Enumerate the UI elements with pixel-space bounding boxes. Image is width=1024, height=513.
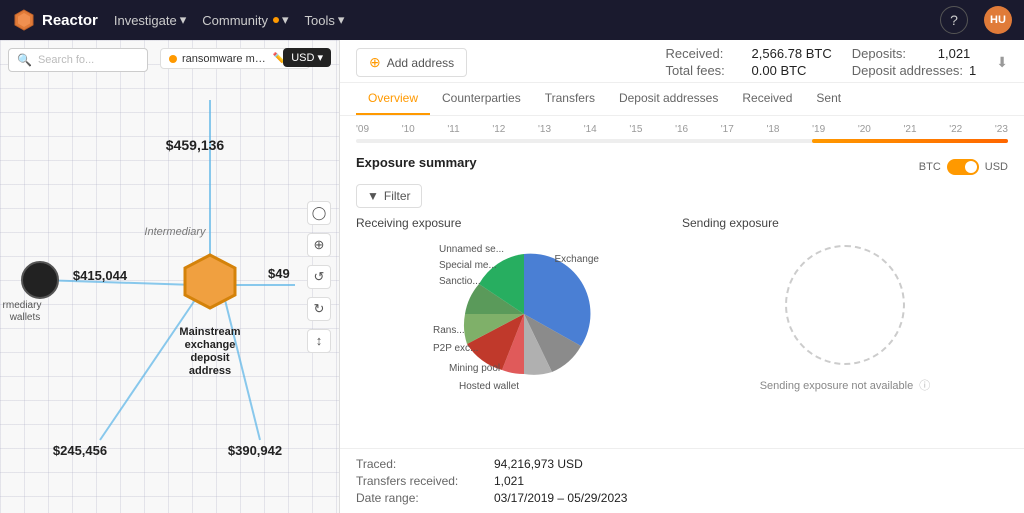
received-label: Received:: [666, 46, 746, 61]
svg-text:deposit: deposit: [190, 352, 229, 364]
date-range-value: 03/17/2019 – 05/29/2023: [494, 491, 627, 505]
right-panel: ⊕ Add address Received: 2,566.78 BTC Tot…: [340, 40, 1024, 513]
date-range-row: Date range: 03/17/2019 – 05/29/2023: [356, 491, 1008, 505]
plus-icon: ⊕: [369, 54, 381, 71]
tool-redo[interactable]: ↻: [307, 297, 331, 321]
graph-canvas[interactable]: Intermediary $459,136 $415,044 $49 $245,…: [0, 40, 339, 513]
tab-counterparties[interactable]: Counterparties: [430, 83, 533, 115]
download-icon[interactable]: ⬇: [996, 54, 1008, 71]
label-unnamed: Unnamed se...: [439, 244, 504, 255]
tab-transfers[interactable]: Transfers: [533, 83, 607, 115]
deposit-addresses-value: 1: [969, 63, 976, 78]
svg-text:address: address: [189, 365, 231, 377]
label-p2p: P2P exc...: [433, 343, 478, 354]
label-sanctioned: Sanctio...: [439, 276, 481, 287]
graph-panel: Intermediary $459,136 $415,044 $49 $245,…: [0, 40, 340, 513]
timeline: '09 '10 '11 '12 '13 '14 '15 '16 '17 '18 …: [340, 116, 1024, 147]
transfers-received-row: Transfers received: 1,021: [356, 474, 1008, 488]
label-special: Special me...: [439, 260, 497, 271]
total-fees-label: Total fees:: [666, 63, 746, 78]
graph-svg: Intermediary $459,136 $415,044 $49 $245,…: [0, 40, 339, 513]
traced-row: Traced: 94,216,973 USD: [356, 457, 1008, 471]
timeline-track[interactable]: [356, 139, 1008, 143]
tool-target[interactable]: ⊕: [307, 233, 331, 257]
content-area: Exposure summary BTC USD ▼ Filter Receiv…: [340, 147, 1024, 448]
timeline-fill: [812, 139, 1008, 143]
main-layout: Intermediary $459,136 $415,044 $49 $245,…: [0, 40, 1024, 513]
deposits-label: Deposits:: [852, 46, 932, 61]
currency-badge[interactable]: USD ▾: [283, 48, 331, 67]
stats-header: ⊕ Add address Received: 2,566.78 BTC Tot…: [340, 40, 1024, 83]
svg-text:$49: $49: [268, 266, 290, 281]
nav-investigate[interactable]: Investigate ▾: [114, 12, 186, 28]
date-range-label: Date range:: [356, 491, 486, 505]
receiving-pie-chart: Unnamed se... Special me... Sanctio... E…: [429, 234, 609, 404]
tab-received[interactable]: Received: [730, 83, 804, 115]
svg-text:$459,136: $459,136: [166, 137, 225, 153]
deposit-stats: Deposits: 1,021 Deposit addresses: 1: [852, 46, 977, 78]
filter-icon: ▼: [367, 189, 379, 203]
info-icon[interactable]: ⓘ: [919, 380, 930, 392]
sending-not-available: Sending exposure not available ⓘ: [760, 377, 931, 393]
svg-text:rmediary: rmediary: [3, 300, 42, 311]
received-stats: Received: 2,566.78 BTC Total fees: 0.00 …: [666, 46, 832, 78]
label-rans: Rans...: [433, 325, 465, 336]
received-value: 2,566.78 BTC: [752, 46, 832, 61]
svg-text:Mainstream: Mainstream: [179, 326, 240, 338]
svg-text:$245,456: $245,456: [53, 443, 107, 458]
btc-usd-toggle[interactable]: [947, 159, 979, 175]
receiving-title: Receiving exposure: [356, 216, 461, 230]
svg-text:$390,942: $390,942: [228, 443, 282, 458]
svg-text:Intermediary: Intermediary: [144, 226, 207, 238]
label-hosted: Hosted wallet: [459, 381, 519, 392]
deposits-value: 1,021: [938, 46, 971, 61]
tool-circle[interactable]: ◯: [307, 201, 331, 225]
brand-name: Reactor: [42, 12, 98, 29]
svg-text:wallets: wallets: [9, 312, 41, 323]
svg-text:$415,044: $415,044: [73, 268, 128, 283]
filter-button[interactable]: ▼ Filter: [356, 184, 422, 208]
exposure-charts: Receiving exposure: [356, 216, 1008, 404]
tool-arrows[interactable]: ↕: [307, 329, 331, 353]
traced-value: 94,216,973 USD: [494, 457, 583, 471]
tab-deposit-addresses[interactable]: Deposit addresses: [607, 83, 730, 115]
label-mining: Mining pool: [449, 363, 500, 374]
user-avatar[interactable]: HU: [984, 6, 1012, 34]
nav-tools[interactable]: Tools ▾: [305, 12, 345, 28]
tab-bar: Overview Counterparties Transfers Deposi…: [340, 83, 1024, 116]
exposure-title: Exposure summary: [356, 155, 477, 170]
deposit-addresses-label: Deposit addresses:: [852, 63, 963, 78]
transfers-received-value: 1,021: [494, 474, 524, 488]
transfers-received-label: Transfers received:: [356, 474, 486, 488]
tool-undo[interactable]: ↺: [307, 265, 331, 289]
timeline-labels: '09 '10 '11 '12 '13 '14 '15 '16 '17 '18 …: [356, 124, 1008, 135]
bottom-stats: Traced: 94,216,973 USD Transfers receive…: [340, 448, 1024, 513]
help-button[interactable]: ?: [940, 6, 968, 34]
community-dot: [273, 17, 279, 23]
sending-dashed-circle: [785, 245, 905, 365]
sending-exposure-col: Sending exposure Sending exposure not av…: [682, 216, 1008, 404]
address-label: ransomware mining la...: [182, 53, 268, 65]
graph-toolbar: ◯ ⊕ ↺ ↻ ↕: [307, 201, 331, 353]
svg-text:exchange: exchange: [185, 339, 236, 351]
currency-toggle[interactable]: BTC USD: [919, 159, 1008, 175]
tab-overview[interactable]: Overview: [356, 83, 430, 115]
traced-label: Traced:: [356, 457, 486, 471]
receiving-exposure-col: Receiving exposure: [356, 216, 682, 404]
address-indicator: [169, 55, 177, 63]
search-icon: 🔍: [17, 53, 32, 67]
total-fees-value: 0.00 BTC: [752, 63, 807, 78]
label-exchange: Exchange: [555, 254, 599, 265]
tab-sent[interactable]: Sent: [804, 83, 853, 115]
nav-community[interactable]: Community ▾: [202, 12, 288, 28]
logo[interactable]: Reactor: [12, 8, 98, 32]
add-address-button[interactable]: ⊕ Add address: [356, 48, 467, 77]
search-bar[interactable]: 🔍 Search fo...: [8, 48, 148, 72]
sending-title: Sending exposure: [682, 216, 779, 230]
top-navigation: Reactor Investigate ▾ Community ▾ Tools …: [0, 0, 1024, 40]
exposure-header: Exposure summary BTC USD: [356, 155, 1008, 178]
search-placeholder: Search fo...: [38, 54, 94, 66]
